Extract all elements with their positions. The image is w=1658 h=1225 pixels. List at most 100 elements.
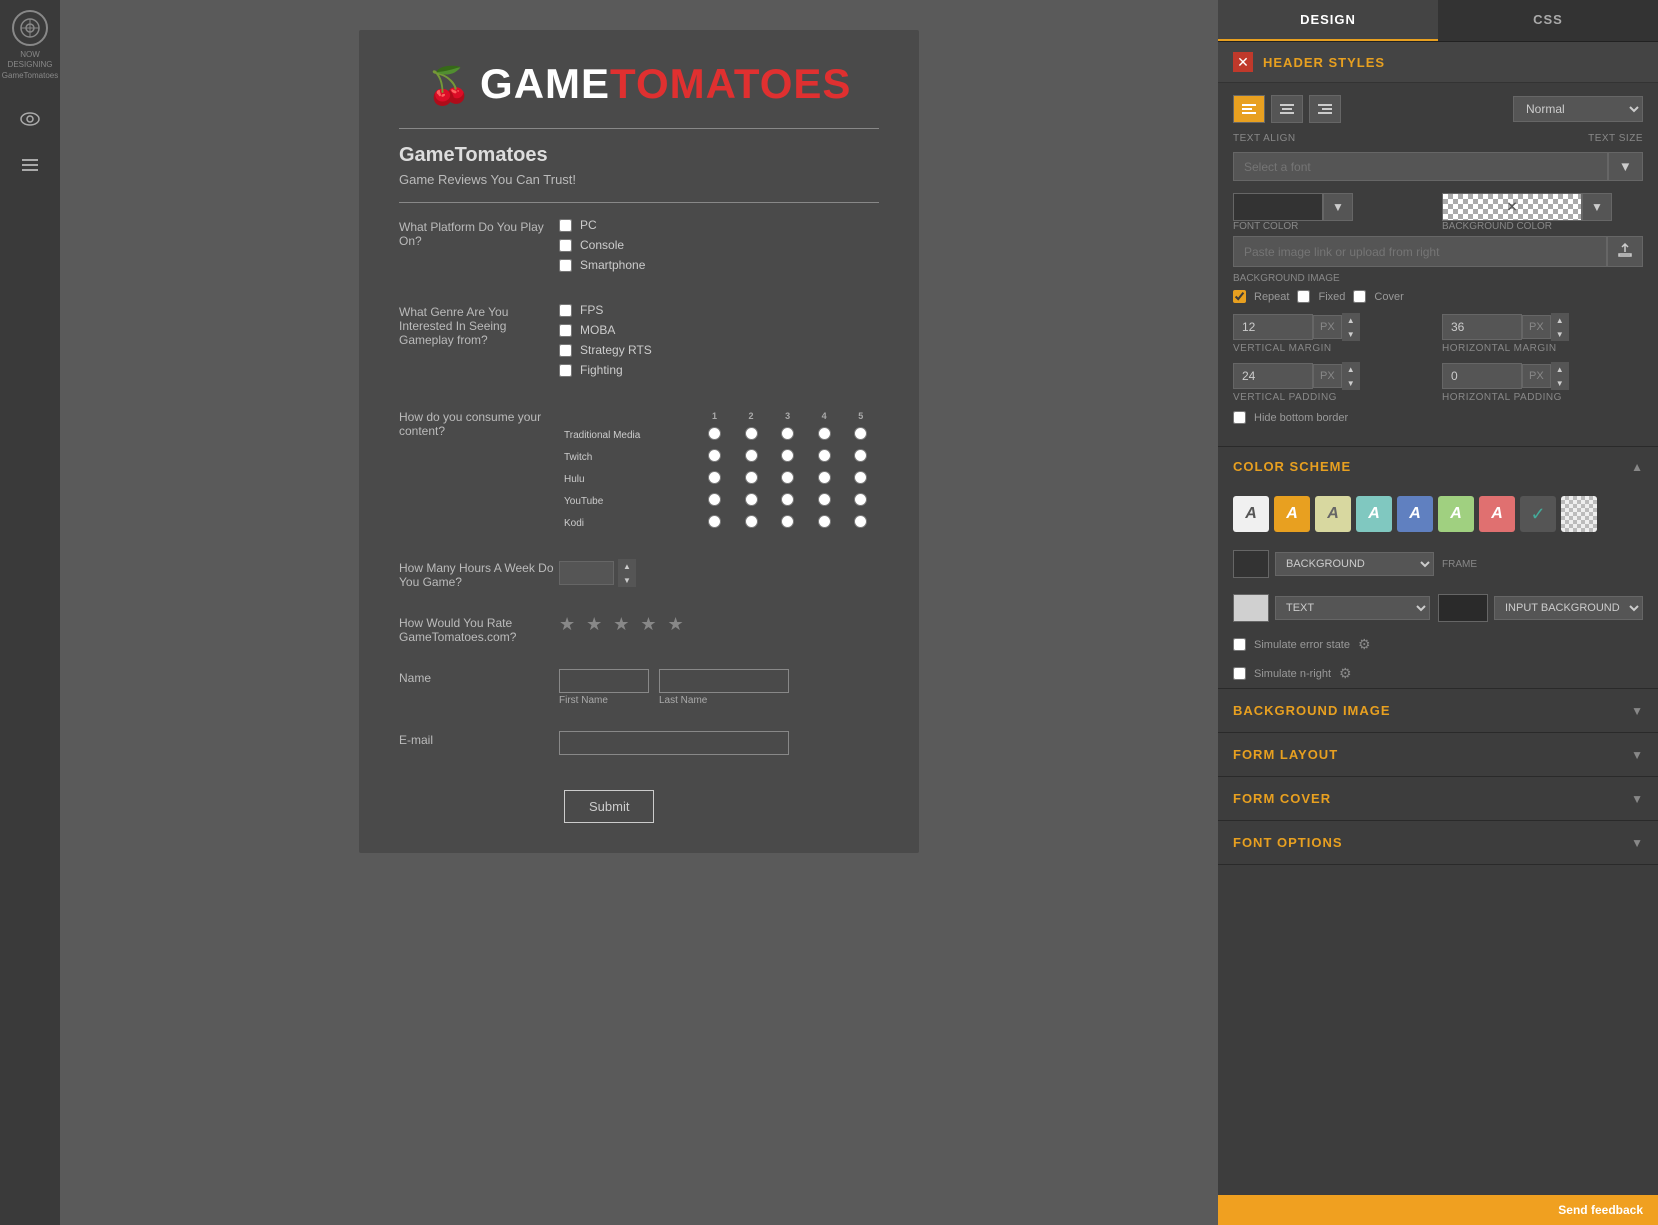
vm-spin-down[interactable]: ▼	[1342, 327, 1360, 341]
radio-r5-3[interactable]	[781, 515, 794, 528]
bg-cover-checkbox[interactable]	[1353, 290, 1366, 303]
bg-repeat-checkbox[interactable]	[1233, 290, 1246, 303]
radio-r1-4[interactable]	[818, 427, 831, 440]
horizontal-padding-input[interactable]	[1442, 363, 1522, 389]
radio-r1-2[interactable]	[745, 427, 758, 440]
align-center-btn[interactable]	[1271, 95, 1303, 123]
simulate-error-checkbox[interactable]	[1233, 638, 1246, 651]
hours-spin-up[interactable]: ▲	[618, 559, 636, 573]
radio-r1-1[interactable]	[708, 427, 721, 440]
input-bg-select[interactable]: INPUT BACKGROUND	[1494, 596, 1643, 620]
checkbox-console-input[interactable]	[559, 239, 572, 252]
tab-design[interactable]: DESIGN	[1218, 0, 1438, 41]
radio-r3-1[interactable]	[708, 471, 721, 484]
hm-spin-up[interactable]: ▲	[1551, 313, 1569, 327]
font-select-dropdown[interactable]: ▼	[1608, 152, 1643, 181]
align-right-btn[interactable]	[1309, 95, 1341, 123]
header-styles-collapse[interactable]: ✕	[1233, 52, 1253, 72]
scheme-swatch-4[interactable]: A	[1397, 496, 1433, 532]
font-select-input[interactable]	[1233, 152, 1608, 181]
radio-r5-1[interactable]	[708, 515, 721, 528]
form-cover-header[interactable]: FORM COVER ▼	[1218, 777, 1658, 820]
checkbox-fighting-input[interactable]	[559, 364, 572, 377]
star-rating[interactable]: ★ ★ ★ ★ ★	[559, 614, 879, 635]
scheme-swatch-5[interactable]: A	[1438, 496, 1474, 532]
align-left-btn[interactable]	[1233, 95, 1265, 123]
scheme-swatch-1[interactable]: A	[1274, 496, 1310, 532]
font-color-swatch[interactable]	[1233, 193, 1323, 221]
bg-color-swatch[interactable]	[1442, 193, 1582, 221]
radio-r4-4[interactable]	[818, 493, 831, 506]
hm-spin-down[interactable]: ▼	[1551, 327, 1569, 341]
input-bg-swatch[interactable]	[1438, 594, 1488, 622]
hours-input[interactable]	[559, 561, 614, 585]
font-color-dropdown[interactable]: ▼	[1323, 193, 1353, 221]
radio-r3-3[interactable]	[781, 471, 794, 484]
checkbox-fps-input[interactable]	[559, 304, 572, 317]
bg-fixed-checkbox[interactable]	[1297, 290, 1310, 303]
align-row: Normal Small Large	[1233, 95, 1643, 123]
radio-r4-5[interactable]	[854, 493, 867, 506]
hp-spin-up[interactable]: ▲	[1551, 362, 1569, 376]
checkbox-strategy-input[interactable]	[559, 344, 572, 357]
checkbox-pc-input[interactable]	[559, 219, 572, 232]
radio-r2-3[interactable]	[781, 449, 794, 462]
radio-r2-5[interactable]	[854, 449, 867, 462]
hp-spin-down[interactable]: ▼	[1551, 376, 1569, 390]
scheme-swatch-2[interactable]: A	[1315, 496, 1351, 532]
email-input[interactable]	[559, 731, 789, 755]
radio-r4-1[interactable]	[708, 493, 721, 506]
text-size-select[interactable]: Normal Small Large	[1513, 96, 1643, 122]
tab-css[interactable]: CSS	[1438, 0, 1658, 41]
radio-r2-2[interactable]	[745, 449, 758, 462]
vm-spin-up[interactable]: ▲	[1342, 313, 1360, 327]
radio-r2-4[interactable]	[818, 449, 831, 462]
bg-image-input[interactable]	[1233, 236, 1607, 267]
checkbox-moba-input[interactable]	[559, 324, 572, 337]
eye-icon[interactable]	[12, 101, 48, 137]
radio-r4-2[interactable]	[745, 493, 758, 506]
radio-r1-3[interactable]	[781, 427, 794, 440]
simulate-right-gear[interactable]: ⚙	[1339, 665, 1352, 682]
radio-r5-2[interactable]	[745, 515, 758, 528]
text-swatch[interactable]	[1233, 594, 1269, 622]
vp-spin-up[interactable]: ▲	[1342, 362, 1360, 376]
bg-color-dropdown[interactable]: ▼	[1582, 193, 1612, 221]
radio-r3-5[interactable]	[854, 471, 867, 484]
scheme-custom-btn[interactable]	[1561, 496, 1597, 532]
text-select[interactable]: TEXT	[1275, 596, 1430, 620]
simulate-right-checkbox[interactable]	[1233, 667, 1246, 680]
scheme-swatch-3[interactable]: A	[1356, 496, 1392, 532]
simulate-error-gear[interactable]: ⚙	[1358, 636, 1371, 653]
radio-r3-4[interactable]	[818, 471, 831, 484]
radio-r5-5[interactable]	[854, 515, 867, 528]
radio-r5-4[interactable]	[818, 515, 831, 528]
submit-button[interactable]: Submit	[564, 790, 654, 823]
vp-spin-down[interactable]: ▼	[1342, 376, 1360, 390]
background-image-header[interactable]: BACKGROUND IMAGE ▼	[1218, 689, 1658, 732]
scheme-swatch-6[interactable]: A	[1479, 496, 1515, 532]
menu-icon[interactable]	[12, 147, 48, 183]
font-options-header[interactable]: FONT OPTIONS ▼	[1218, 821, 1658, 864]
color-scheme-header[interactable]: COLOR SCHEME ▲	[1218, 447, 1658, 486]
scheme-swatch-0[interactable]: A	[1233, 496, 1269, 532]
radio-r4-3[interactable]	[781, 493, 794, 506]
vertical-padding-input[interactable]	[1233, 363, 1313, 389]
send-feedback-bar[interactable]: Send feedback	[1218, 1195, 1658, 1225]
horizontal-margin-input[interactable]	[1442, 314, 1522, 340]
last-name-input[interactable]	[659, 669, 789, 693]
background-swatch[interactable]	[1233, 550, 1269, 578]
bg-image-upload[interactable]	[1607, 236, 1643, 267]
hours-spin-down[interactable]: ▼	[618, 573, 636, 587]
radio-r3-2[interactable]	[745, 471, 758, 484]
vertical-margin-input[interactable]	[1233, 314, 1313, 340]
hide-border-checkbox[interactable]	[1233, 411, 1246, 424]
form-layout-header[interactable]: FORM LAYOUT ▼	[1218, 733, 1658, 776]
checkbox-smartphone-input[interactable]	[559, 259, 572, 272]
scheme-check-btn[interactable]: ✓	[1520, 496, 1556, 532]
first-name-input[interactable]	[559, 669, 649, 693]
radio-r1-5[interactable]	[854, 427, 867, 440]
radio-r2-1[interactable]	[708, 449, 721, 462]
table-row: Twitch	[559, 446, 879, 468]
background-select[interactable]: BACKGROUND	[1275, 552, 1434, 576]
